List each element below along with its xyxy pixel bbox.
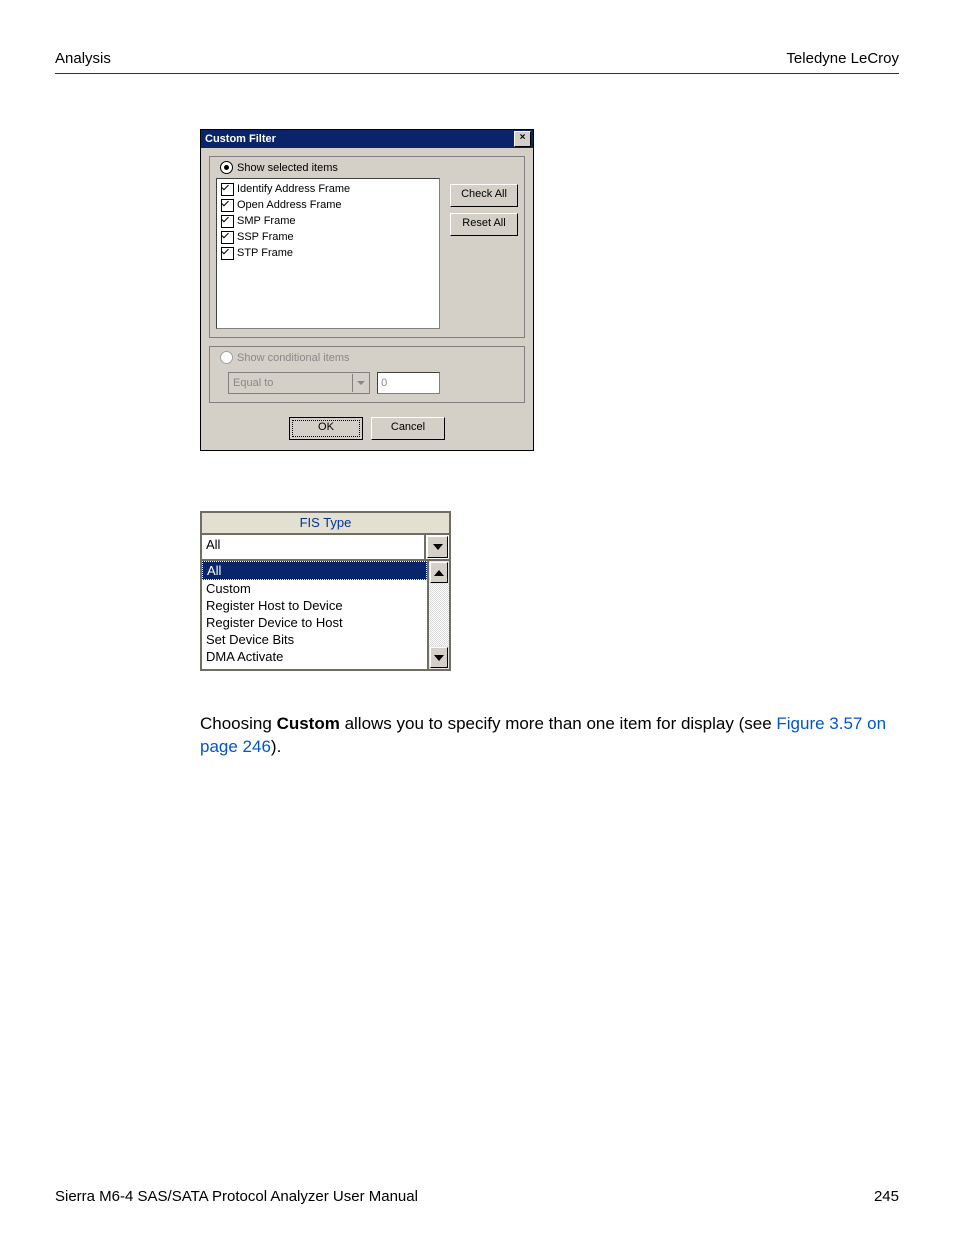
radio-show-conditional-label: Show conditional items xyxy=(237,352,350,364)
list-item[interactable]: Identify Address Frame xyxy=(221,181,435,197)
close-icon[interactable]: × xyxy=(514,131,531,147)
scrollbar[interactable] xyxy=(427,561,449,669)
fis-option[interactable]: DMA Activate xyxy=(202,648,427,665)
show-selected-group: Show selected items Identify Address Fra… xyxy=(209,156,525,338)
footer-right: 245 xyxy=(874,1188,899,1205)
dialog-titlebar: Custom Filter × xyxy=(201,130,533,148)
radio-on-icon xyxy=(220,161,233,174)
checkbox-icon xyxy=(221,215,234,228)
condition-combo: Equal to xyxy=(228,372,370,394)
radio-show-selected-label: Show selected items xyxy=(237,162,338,174)
custom-filter-dialog: Custom Filter × Show selected items Iden… xyxy=(200,129,534,451)
fis-option[interactable]: All xyxy=(202,561,427,580)
fis-options-list[interactable]: All Custom Register Host to Device Regis… xyxy=(202,561,427,669)
page-header: Analysis Teledyne LeCroy xyxy=(55,50,899,74)
reset-all-button[interactable]: Reset All xyxy=(450,213,518,236)
fis-option[interactable]: Custom xyxy=(202,580,427,597)
checkbox-icon xyxy=(221,183,234,196)
checkbox-icon xyxy=(221,231,234,244)
chevron-down-icon xyxy=(352,374,369,392)
cancel-button[interactable]: Cancel xyxy=(371,417,445,440)
condition-value-input: 0 xyxy=(377,372,440,394)
checkbox-icon xyxy=(221,199,234,212)
dropdown-arrow-icon[interactable] xyxy=(427,536,448,558)
header-right: Teledyne LeCroy xyxy=(786,50,899,67)
ok-button[interactable]: OK xyxy=(289,417,363,440)
fis-option[interactable]: Register Device to Host xyxy=(202,614,427,631)
fis-option[interactable]: Register Host to Device xyxy=(202,597,427,614)
list-item[interactable]: SSP Frame xyxy=(221,229,435,245)
fis-selected-value[interactable]: All xyxy=(202,535,426,559)
radio-off-icon xyxy=(220,351,233,364)
footer-left: Sierra M6-4 SAS/SATA Protocol Analyzer U… xyxy=(55,1188,418,1205)
checkbox-icon xyxy=(221,247,234,260)
fis-option[interactable]: Set Device Bits xyxy=(202,631,427,648)
body-paragraph: Choosing Custom allows you to specify mo… xyxy=(200,713,899,759)
radio-show-conditional[interactable]: Show conditional items xyxy=(220,351,518,364)
fis-type-dropdown: FIS Type All All Custom Register Host to… xyxy=(200,511,451,671)
radio-show-selected[interactable]: Show selected items xyxy=(220,161,518,174)
selected-items-list[interactable]: Identify Address Frame Open Address Fram… xyxy=(216,178,440,329)
header-left: Analysis xyxy=(55,50,111,67)
scroll-up-icon[interactable] xyxy=(430,562,448,583)
list-item[interactable]: Open Address Frame xyxy=(221,197,435,213)
scroll-down-icon[interactable] xyxy=(430,647,448,668)
list-item[interactable]: SMP Frame xyxy=(221,213,435,229)
check-all-button[interactable]: Check All xyxy=(450,184,518,207)
show-conditional-group: Show conditional items Equal to 0 xyxy=(209,346,525,403)
page-footer: Sierra M6-4 SAS/SATA Protocol Analyzer U… xyxy=(55,1188,899,1205)
condition-combo-value: Equal to xyxy=(229,377,352,389)
scroll-track[interactable] xyxy=(429,584,449,646)
dialog-title: Custom Filter xyxy=(205,133,276,145)
fis-header: FIS Type xyxy=(202,513,449,535)
list-item[interactable]: STP Frame xyxy=(221,245,435,261)
